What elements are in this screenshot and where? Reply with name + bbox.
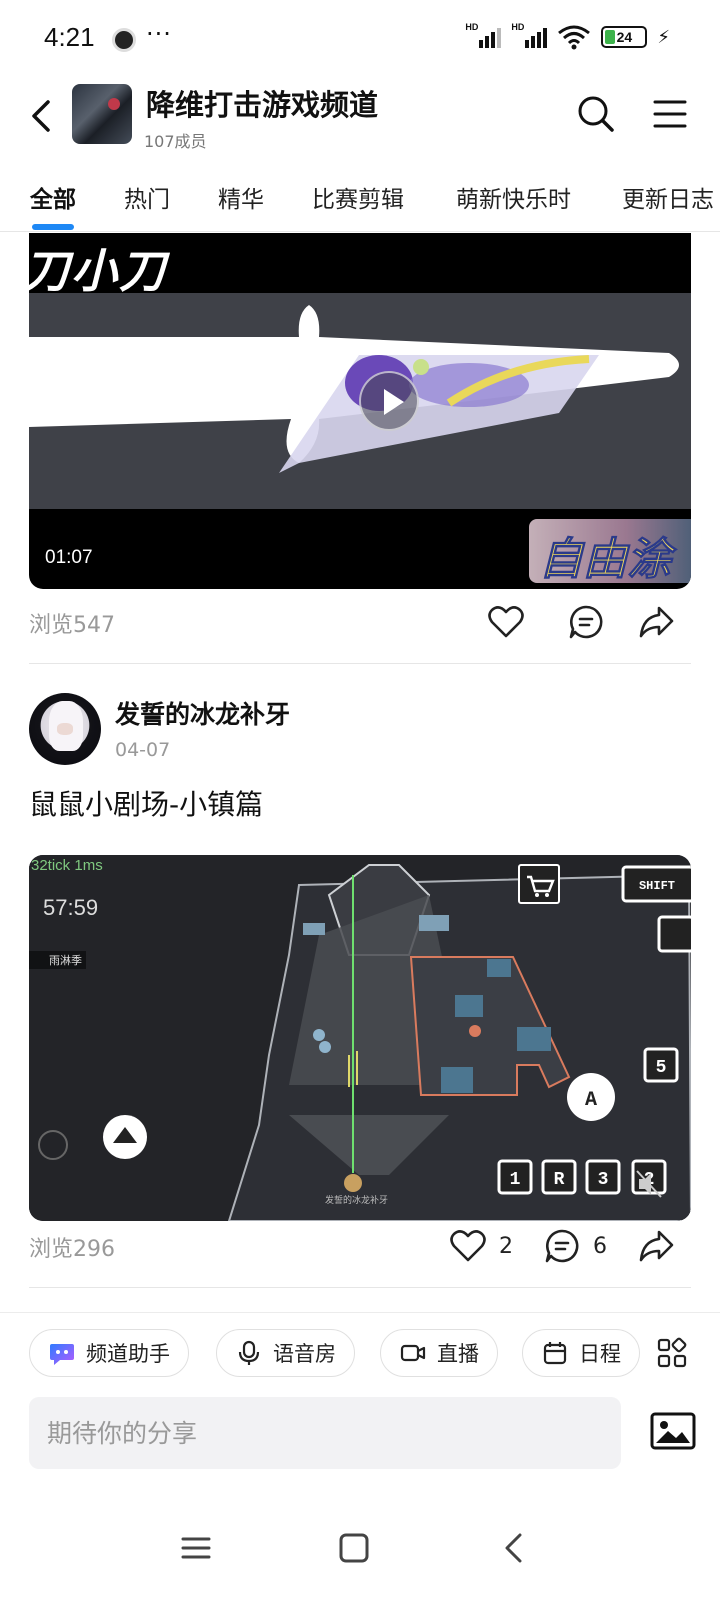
play-button[interactable]	[359, 371, 419, 431]
battery-level: 24	[616, 29, 633, 45]
share-input[interactable]	[29, 1397, 621, 1469]
sim2-hd-label: HD	[511, 22, 525, 32]
signal-icon: HD	[465, 22, 502, 50]
recent-apps-icon[interactable]	[178, 1530, 214, 1566]
key-r: R	[554, 1170, 565, 1190]
comment-button[interactable]	[567, 603, 605, 641]
key-a: A	[585, 1089, 597, 1112]
tab-all[interactable]: 全部	[30, 180, 76, 214]
microphone-icon	[238, 1340, 260, 1365]
heart-icon	[488, 606, 524, 638]
active-tab-indicator	[32, 224, 74, 230]
live-button[interactable]: 直播	[380, 1329, 498, 1377]
like-button[interactable]	[487, 603, 525, 641]
view-count: 浏览296	[29, 1237, 115, 1262]
battery-icon: 24	[601, 26, 648, 48]
post-divider	[29, 1287, 691, 1288]
post-title[interactable]: 鼠鼠小剧场-小镇篇	[29, 783, 263, 823]
tab-featured[interactable]: 精华	[218, 180, 264, 214]
system-navigation-bar	[0, 1496, 720, 1600]
status-time: 4:21	[44, 22, 95, 52]
tab-newbie-fun[interactable]: 萌新快乐时	[456, 180, 571, 214]
search-icon[interactable]	[576, 94, 616, 134]
view-count: 浏览547	[29, 613, 115, 638]
voice-room-button[interactable]: 语音房	[216, 1329, 355, 1377]
schedule-button[interactable]: 日程	[522, 1329, 640, 1377]
key-3: 3	[598, 1170, 609, 1190]
signal-icon: HD	[511, 22, 548, 50]
comment-icon	[545, 1229, 579, 1263]
status-bar: 4:21 ··· HD HD 24 ⚡	[0, 0, 720, 76]
post-date: 04-07	[115, 739, 171, 761]
back-button[interactable]	[22, 94, 62, 138]
share-button[interactable]	[637, 603, 675, 641]
notification-app-icon	[112, 28, 136, 52]
key-shift: SHIFT	[639, 879, 675, 893]
calendar-icon	[543, 1342, 567, 1365]
chip-label: 日程	[579, 1342, 621, 1366]
wifi-icon	[558, 25, 591, 50]
post-divider	[29, 663, 691, 664]
tab-changelog[interactable]: 更新日志	[622, 180, 714, 214]
chip-label: 语音房	[273, 1342, 336, 1366]
channel-avatar[interactable]	[72, 84, 132, 144]
comment-icon	[569, 605, 603, 639]
chip-label: 频道助手	[86, 1342, 170, 1366]
home-icon[interactable]	[336, 1530, 372, 1566]
back-nav-icon[interactable]	[496, 1530, 532, 1566]
share-icon	[639, 1230, 674, 1262]
game-map-frame: A SHIFT 5 1 R 3 2	[29, 855, 691, 1221]
key-1: 1	[510, 1170, 521, 1190]
video-corner-text: 自由涂	[539, 534, 672, 584]
charging-icon: ⚡	[657, 26, 670, 48]
author-name[interactable]: 发誓的冰龙补牙	[115, 695, 290, 731]
channel-header: 降维打击游戏频道 107成员	[0, 76, 720, 156]
like-button[interactable]: 2	[449, 1227, 513, 1265]
share-button[interactable]	[637, 1227, 675, 1265]
chip-label: 直播	[437, 1342, 479, 1366]
post-video-player[interactable]: A SHIFT 5 1 R 3 2 32tick 1ms 57:59 雨淋季 发…	[29, 855, 691, 1221]
member-count[interactable]: 107成员	[144, 128, 207, 152]
video-player-tag: 雨淋季	[29, 951, 86, 969]
comment-button[interactable]: 6	[543, 1227, 607, 1265]
share-icon	[639, 606, 674, 638]
video-watermark: 发誓的冰龙补牙	[325, 1196, 389, 1206]
post-actions: 浏览296 2 6	[29, 1221, 691, 1271]
author-avatar[interactable]	[29, 693, 101, 765]
assistant-icon	[50, 1344, 74, 1365]
heart-icon	[450, 1230, 486, 1262]
live-camera-icon	[400, 1344, 426, 1362]
more-apps-icon[interactable]	[656, 1337, 688, 1369]
channel-title: 降维打击游戏频道	[146, 88, 379, 122]
comment-count: 6	[593, 1233, 607, 1259]
post-feed[interactable]: 刀小刀 01:07 自由涂 浏览547 发誓的冰龙补牙 04-07 鼠鼠小剧场-…	[0, 233, 720, 1313]
post-actions: 浏览547	[29, 597, 691, 647]
tab-hot[interactable]: 热门	[124, 180, 170, 214]
post-video-player[interactable]: 刀小刀 01:07 自由涂	[29, 233, 691, 589]
video-duration: 01:07	[45, 547, 93, 568]
channel-tabs: 全部 热门 精华 比赛剪辑 萌新快乐时 更新日志	[0, 172, 720, 232]
video-game-timer: 57:59	[43, 895, 99, 920]
menu-icon[interactable]	[652, 96, 688, 132]
tab-match-clips[interactable]: 比赛剪辑	[312, 180, 404, 214]
more-notifications-icon: ···	[146, 20, 172, 48]
channel-assistant-button[interactable]: 频道助手	[29, 1329, 189, 1377]
video-corner-badge: 自由涂	[529, 519, 691, 583]
video-overlay-text: 刀小刀	[29, 244, 167, 298]
image-icon[interactable]	[650, 1411, 696, 1451]
key-5: 5	[656, 1058, 667, 1078]
like-count: 2	[499, 1233, 513, 1259]
sim1-hd-label: HD	[465, 22, 479, 32]
video-tick-readout: 32tick 1ms	[31, 857, 103, 874]
